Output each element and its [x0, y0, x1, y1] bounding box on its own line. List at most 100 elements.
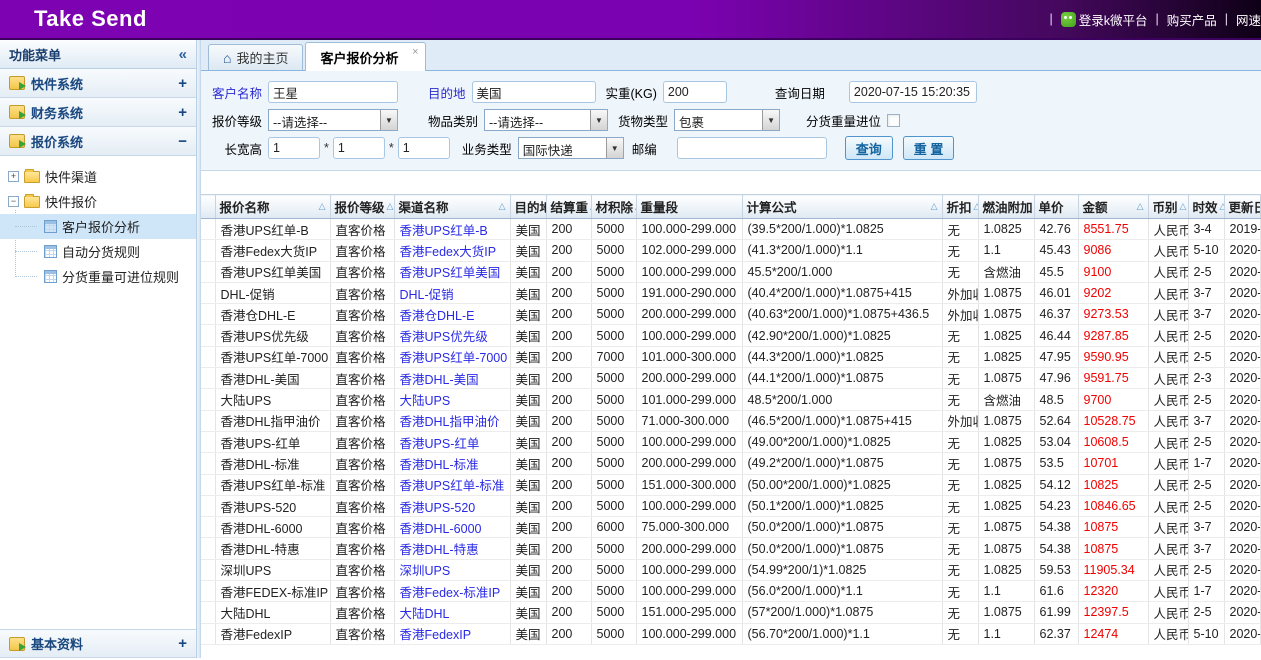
- height-input[interactable]: [398, 137, 450, 159]
- table-row[interactable]: 香港DHL-6000直客价格香港DHL-6000美国200600075.000-…: [201, 517, 1261, 538]
- expand-plus-icon[interactable]: +: [178, 75, 187, 92]
- sort-icon[interactable]: △: [499, 201, 506, 212]
- cell-channel[interactable]: 香港UPS优先级: [394, 325, 510, 346]
- table-row[interactable]: 香港DHL-特惠直客价格香港DHL-特惠美国2005000200.000-299…: [201, 538, 1261, 559]
- table-row[interactable]: 香港DHL-美国直客价格香港DHL-美国美国2005000200.000-299…: [201, 368, 1261, 389]
- table-row[interactable]: 大陆UPS直客价格大陆UPS美国2005000101.000-299.00048…: [201, 389, 1261, 410]
- table-row[interactable]: 香港UPS红单-7000直客价格香港UPS红单-7000美国2007000101…: [201, 346, 1261, 367]
- cell-channel[interactable]: 香港DHL-6000: [394, 517, 510, 538]
- collapse-sidebar-icon[interactable]: «: [179, 46, 187, 63]
- cell-channel[interactable]: 香港FedexIP: [394, 623, 510, 644]
- column-header-amount[interactable]: 金额△: [1078, 195, 1148, 219]
- sort-icon[interactable]: △: [1137, 201, 1144, 212]
- tree-collapse-icon[interactable]: −: [8, 196, 19, 207]
- cell-channel[interactable]: 香港DHL-特惠: [394, 538, 510, 559]
- table-row[interactable]: 香港UPS-红单直客价格香港UPS-红单美国2005000100.000-299…: [201, 431, 1261, 452]
- width-input[interactable]: [333, 137, 385, 159]
- cell-channel[interactable]: 香港UPS-红单: [394, 431, 510, 452]
- table-row[interactable]: 香港FedexIP直客价格香港FedexIP美国2005000100.000-2…: [201, 623, 1261, 644]
- weight-input[interactable]: [663, 81, 727, 103]
- table-row[interactable]: 香港FEDEX-标准IP直客价格香港Fedex-标准IP美国2005000100…: [201, 581, 1261, 602]
- item-type-select[interactable]: --请选择-- ▼: [484, 109, 608, 131]
- reset-button[interactable]: 重 置: [903, 136, 955, 160]
- topbar-link-buy[interactable]: 购买产品: [1167, 10, 1217, 29]
- tab-customer-quote-analysis[interactable]: 客户报价分析 ×: [305, 42, 425, 71]
- length-input[interactable]: [268, 137, 320, 159]
- cell-channel[interactable]: 深圳UPS: [394, 559, 510, 580]
- table-row[interactable]: 香港DHL-标准直客价格香港DHL-标准美国2005000200.000-299…: [201, 453, 1261, 474]
- table-row[interactable]: 香港UPS-520直客价格香港UPS-520美国2005000100.000-2…: [201, 495, 1261, 516]
- cell-channel[interactable]: 香港UPS红单-B: [394, 219, 510, 240]
- customer-name-input[interactable]: [268, 81, 398, 103]
- cell-channel[interactable]: 香港DHL指甲油价: [394, 410, 510, 431]
- column-header-formula[interactable]: 计算公式△: [742, 195, 942, 219]
- topbar-link-login[interactable]: 登录k微平台: [1079, 10, 1148, 29]
- tree-leaf-customer-quote-analysis[interactable]: 客户报价分析: [0, 214, 196, 239]
- close-tab-icon[interactable]: ×: [412, 46, 418, 58]
- quote-grade-select[interactable]: --请选择-- ▼: [268, 109, 398, 131]
- cell-channel[interactable]: 香港DHL-标准: [394, 453, 510, 474]
- cell-channel[interactable]: 大陆UPS: [394, 389, 510, 410]
- query-date-input[interactable]: [849, 81, 977, 103]
- cell-channel[interactable]: 大陆DHL: [394, 602, 510, 623]
- sort-icon[interactable]: △: [974, 201, 978, 212]
- table-row[interactable]: 大陆DHL直客价格大陆DHL美国2005000151.000-295.000(5…: [201, 602, 1261, 623]
- sort-icon[interactable]: △: [1180, 201, 1187, 212]
- sidebar-item-express-system[interactable]: 快件系统 +: [0, 69, 196, 98]
- sort-icon[interactable]: △: [319, 201, 326, 212]
- sidebar-item-basic-data[interactable]: 基本资料 +: [0, 629, 196, 658]
- destination-input[interactable]: [472, 81, 596, 103]
- table-row[interactable]: 香港Fedex大货IP直客价格香港Fedex大货IP美国2005000102.0…: [201, 240, 1261, 261]
- cell-channel[interactable]: DHL-促销: [394, 282, 510, 303]
- column-header-fuel_surcharge[interactable]: 燃油附加△: [978, 195, 1034, 219]
- column-header-name[interactable]: 报价名称△: [215, 195, 330, 219]
- cell-channel[interactable]: 香港仓DHL-E: [394, 304, 510, 325]
- column-header-settle_weight[interactable]: 结算重△: [546, 195, 591, 219]
- column-header-aging[interactable]: 时效△: [1188, 195, 1224, 219]
- column-header-discount[interactable]: 折扣△: [942, 195, 978, 219]
- expand-plus-icon[interactable]: +: [178, 635, 187, 652]
- table-row[interactable]: 香港仓DHL-E直客价格香港仓DHL-E美国2005000200.000-299…: [201, 304, 1261, 325]
- business-type-select[interactable]: 国际快递 ▼: [518, 137, 624, 159]
- topbar-link-speed[interactable]: 网速: [1236, 10, 1261, 29]
- sort-icon[interactable]: △: [387, 201, 394, 212]
- tree-leaf-auto-sorting-rule[interactable]: 自动分货规则: [0, 239, 196, 264]
- cell-channel[interactable]: 香港UPS-520: [394, 495, 510, 516]
- tree-node-express-channel[interactable]: + 快件渠道: [0, 164, 196, 189]
- tree-leaf-weight-carry-rule[interactable]: 分货重量可进位规则: [0, 264, 196, 289]
- cell-channel[interactable]: 香港UPS红单美国: [394, 261, 510, 282]
- column-header-currency[interactable]: 币别△: [1148, 195, 1188, 219]
- sidebar-item-quote-system[interactable]: 报价系统 −: [0, 127, 196, 156]
- sidebar-item-finance-system[interactable]: 财务系统 +: [0, 98, 196, 127]
- tab-home[interactable]: ⌂ 我的主页: [208, 44, 303, 70]
- cell-channel[interactable]: 香港UPS红单-7000: [394, 346, 510, 367]
- table-row[interactable]: DHL-促销直客价格DHL-促销美国2005000191.000-290.000…: [201, 282, 1261, 303]
- cell-destination: 美国: [510, 453, 546, 474]
- column-header-channel[interactable]: 渠道名称△: [394, 195, 510, 219]
- table-row[interactable]: 香港UPS红单-B直客价格香港UPS红单-B美国2005000100.000-2…: [201, 219, 1261, 240]
- column-header-destination[interactable]: 目的地△: [510, 195, 546, 219]
- sort-icon[interactable]: △: [931, 201, 938, 212]
- tree-expand-icon[interactable]: +: [8, 171, 19, 182]
- cargo-type-select[interactable]: 包裹 ▼: [674, 109, 780, 131]
- sort-icon[interactable]: △: [1220, 201, 1224, 212]
- column-header-grade[interactable]: 报价等级△: [330, 195, 394, 219]
- cell-channel[interactable]: 香港Fedex大货IP: [394, 240, 510, 261]
- table-row[interactable]: 香港UPS红单美国直客价格香港UPS红单美国美国2005000100.000-2…: [201, 261, 1261, 282]
- table-row[interactable]: 深圳UPS直客价格深圳UPS美国2005000100.000-299.000(5…: [201, 559, 1261, 580]
- sidebar-title: 功能菜单: [9, 45, 61, 64]
- search-button[interactable]: 查询: [845, 136, 893, 160]
- home-icon: ⌂: [223, 50, 231, 66]
- cell-channel[interactable]: 香港UPS红单-标准: [394, 474, 510, 495]
- expand-plus-icon[interactable]: +: [178, 104, 187, 121]
- zip-input[interactable]: [677, 137, 827, 159]
- cell-channel[interactable]: 香港Fedex-标准IP: [394, 581, 510, 602]
- table-row[interactable]: 香港UPS红单-标准直客价格香港UPS红单-标准美国2005000151.000…: [201, 474, 1261, 495]
- tree-node-express-quote[interactable]: − 快件报价: [0, 189, 196, 214]
- table-row[interactable]: 香港UPS优先级直客价格香港UPS优先级美国2005000100.000-299…: [201, 325, 1261, 346]
- weight-carry-checkbox[interactable]: [887, 114, 900, 127]
- collapse-minus-icon[interactable]: −: [178, 133, 187, 150]
- cell-channel[interactable]: 香港DHL-美国: [394, 368, 510, 389]
- table-row[interactable]: 香港DHL指甲油价直客价格香港DHL指甲油价美国200500071.000-30…: [201, 410, 1261, 431]
- column-header-volume_divisor[interactable]: 材积除△: [591, 195, 636, 219]
